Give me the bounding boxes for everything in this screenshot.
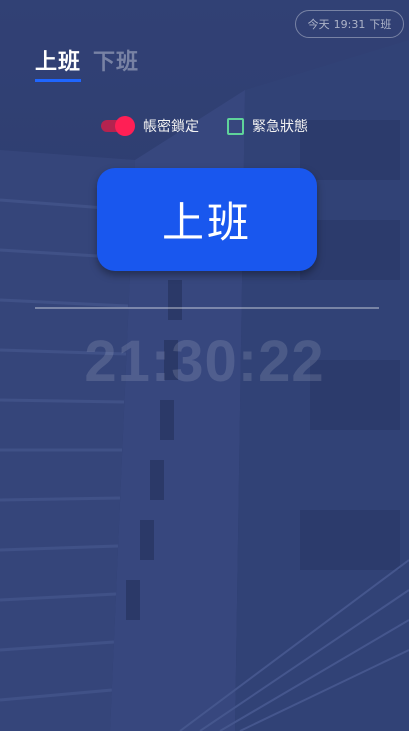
pill-action: 下班 bbox=[369, 18, 392, 31]
pill-time: 19:31 bbox=[333, 17, 366, 31]
tab-clock-in[interactable]: 上班 bbox=[35, 44, 82, 82]
off-work-status-pill[interactable]: 今天 19:31 下班 bbox=[295, 10, 404, 38]
lock-account-toggle[interactable] bbox=[101, 116, 135, 136]
pill-day: 今天 bbox=[307, 18, 330, 31]
divider bbox=[35, 307, 379, 309]
options-row: 帳密鎖定 緊急狀態 bbox=[0, 116, 409, 136]
clock-in-button[interactable]: 上班 bbox=[97, 168, 317, 271]
lock-account-option[interactable]: 帳密鎖定 bbox=[101, 116, 199, 136]
emergency-checkbox[interactable] bbox=[227, 117, 244, 135]
emergency-option[interactable]: 緊急狀態 bbox=[227, 116, 308, 136]
current-time: 21:30:22 bbox=[84, 329, 325, 394]
emergency-label: 緊急狀態 bbox=[252, 119, 308, 135]
tab-clock-out[interactable]: 下班 bbox=[93, 44, 139, 82]
mode-tabs: 上班 下班 bbox=[35, 44, 139, 82]
toggle-knob bbox=[115, 116, 135, 136]
lock-account-label: 帳密鎖定 bbox=[143, 119, 199, 135]
